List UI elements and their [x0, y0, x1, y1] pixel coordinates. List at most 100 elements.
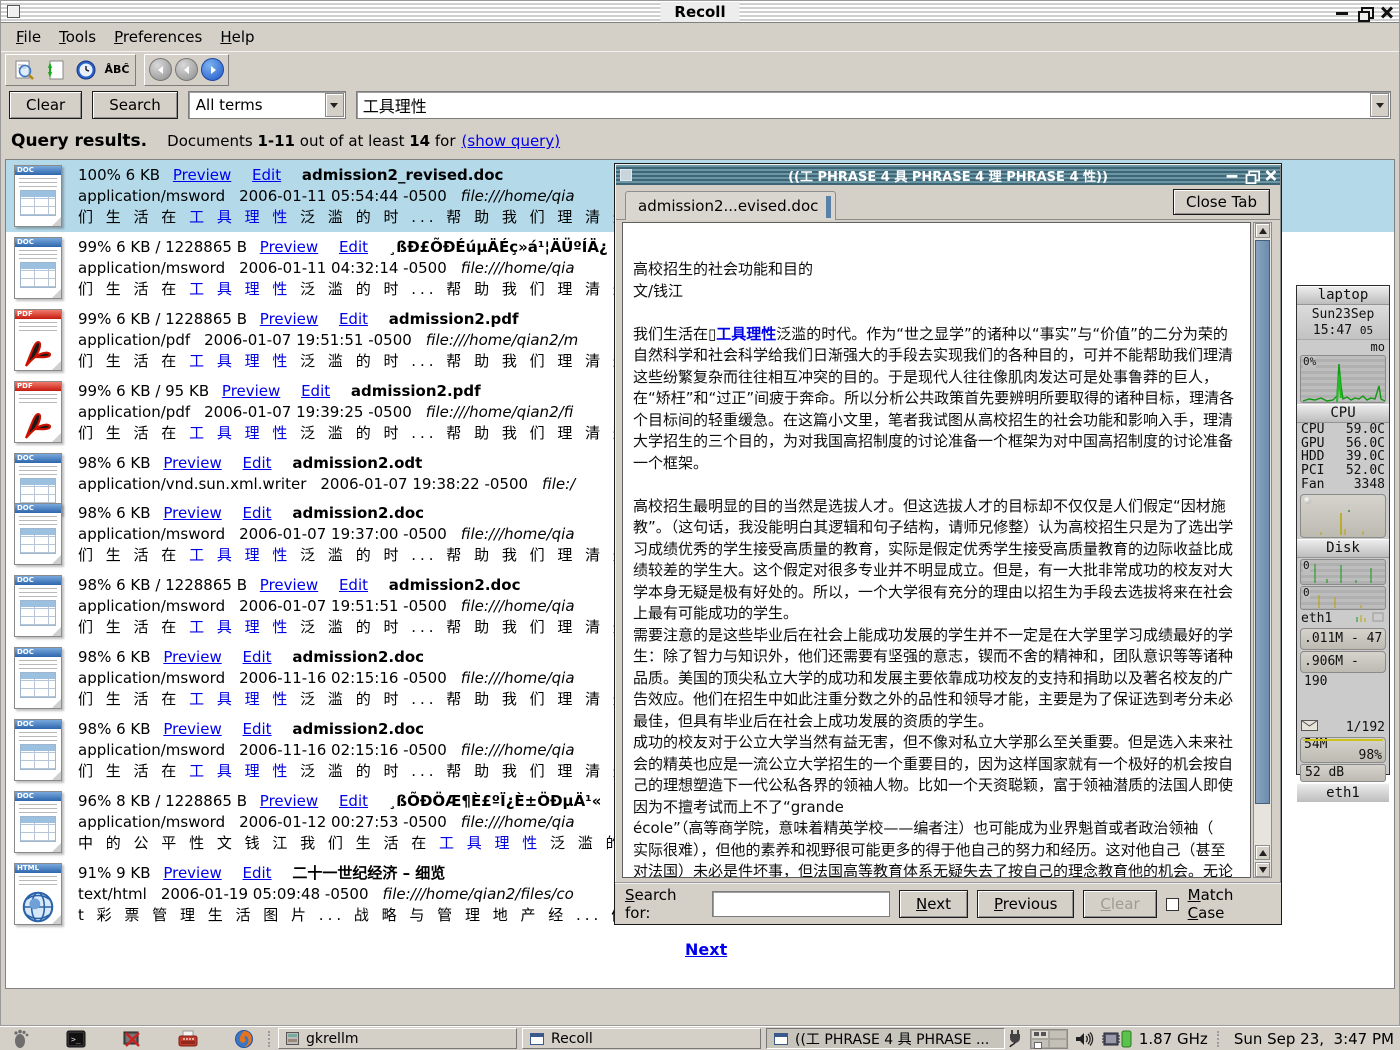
- close-icon[interactable]: [1380, 6, 1393, 19]
- disk-chart-spikes: [1301, 560, 1386, 584]
- clock-icon: [74, 58, 98, 82]
- menu-preferences[interactable]: Preferences: [105, 25, 211, 49]
- edit-link[interactable]: Edit: [243, 648, 272, 666]
- cpu-meter: [1336, 402, 1382, 403]
- scroll-down-icon[interactable]: [1255, 862, 1270, 877]
- edit-link[interactable]: Edit: [243, 504, 272, 522]
- preview-link[interactable]: Preview: [260, 792, 318, 810]
- workspace-pager[interactable]: [1030, 1029, 1068, 1049]
- cpu-freq-icon[interactable]: [1102, 1030, 1132, 1048]
- preview-link[interactable]: Preview: [163, 504, 221, 522]
- preview-minimize-icon[interactable]: [1227, 170, 1238, 181]
- volume-icon[interactable]: [1075, 1031, 1095, 1047]
- edit-link[interactable]: Edit: [339, 576, 368, 594]
- terminal-icon[interactable]: >_: [66, 1029, 86, 1049]
- taskbar-launchers: >_: [0, 1029, 266, 1049]
- preview-link[interactable]: Preview: [260, 238, 318, 256]
- preview-scrollbar[interactable]: [1253, 222, 1272, 878]
- svg-text:>_: >_: [71, 1035, 81, 1044]
- workspace-1[interactable]: [1031, 1030, 1049, 1039]
- nav-first-button[interactable]: [149, 58, 172, 81]
- edit-link[interactable]: Edit: [243, 864, 272, 882]
- mail-row: 1/192: [1297, 720, 1389, 736]
- power-plug-icon[interactable]: [1007, 1029, 1023, 1049]
- preview-maximize-icon[interactable]: [1246, 170, 1257, 181]
- minimize-icon[interactable]: [1336, 6, 1349, 19]
- search-mode-select[interactable]: All terms: [188, 91, 346, 119]
- task-gkrellm[interactable]: gkrellm: [278, 1028, 517, 1049]
- preview-link[interactable]: Preview: [163, 720, 221, 738]
- scrollbar-thumb[interactable]: [1255, 240, 1270, 804]
- chevron-down-icon[interactable]: [325, 93, 344, 117]
- scroll-up2-icon[interactable]: [1255, 845, 1270, 860]
- clear-button[interactable]: Clear: [9, 91, 82, 119]
- match-case-checkbox[interactable]: [1166, 898, 1179, 911]
- find-previous-button[interactable]: Previous: [977, 890, 1074, 918]
- result-meta: 100% 6 KB: [78, 166, 160, 184]
- edit-link[interactable]: Edit: [243, 720, 272, 738]
- preview-link[interactable]: Preview: [163, 454, 221, 472]
- net-label-row: eth1: [1297, 611, 1389, 627]
- edit-link[interactable]: Edit: [339, 792, 368, 810]
- query-config-button[interactable]: [10, 57, 38, 83]
- preview-link[interactable]: Preview: [222, 382, 280, 400]
- preview-link[interactable]: Preview: [260, 576, 318, 594]
- preview-window-menu-icon[interactable]: [620, 169, 632, 181]
- show-query-link[interactable]: (show query): [462, 132, 561, 150]
- nav-back-button[interactable]: [175, 58, 198, 81]
- find-clear-button[interactable]: Clear: [1083, 890, 1156, 918]
- window-task-icon: [774, 1033, 788, 1045]
- find-input[interactable]: [712, 891, 890, 917]
- menu-file[interactable]: File: [7, 25, 50, 49]
- search-button[interactable]: Search: [92, 91, 178, 119]
- workspace-2[interactable]: [1049, 1030, 1067, 1039]
- result-meta: 99% 6 KB / 1228865 B: [78, 238, 247, 256]
- maximize-icon[interactable]: [1358, 6, 1371, 19]
- next-page-link[interactable]: Next: [685, 940, 727, 959]
- edit-link[interactable]: Edit: [339, 238, 368, 256]
- task-preview-window[interactable]: ((工 PHRASE 4 具 PHRASE ...: [766, 1028, 1005, 1049]
- taskbar-separator: [268, 1031, 270, 1047]
- typewriter-icon[interactable]: [178, 1029, 198, 1049]
- preview-titlebar[interactable]: ((工 PHRASE 4 具 PHRASE 4 理 PHRASE 4 性)): [616, 165, 1280, 185]
- nav-forward-button[interactable]: [201, 58, 224, 81]
- edit-link[interactable]: Edit: [301, 382, 330, 400]
- edit-link[interactable]: Edit: [339, 310, 368, 328]
- query-input[interactable]: [357, 96, 1370, 115]
- menu-help[interactable]: Help: [211, 25, 263, 49]
- preview-close-icon[interactable]: [1265, 170, 1276, 181]
- window-task-icon: [530, 1033, 544, 1045]
- edit-link[interactable]: Edit: [243, 454, 272, 472]
- find-next-button[interactable]: Next: [899, 890, 968, 918]
- spellcheck-button[interactable]: ÅBĈ: [103, 57, 131, 83]
- preview-link[interactable]: Preview: [163, 648, 221, 666]
- match-case-label: Match Case: [1188, 886, 1271, 922]
- history-button[interactable]: [72, 57, 100, 83]
- close-tab-button[interactable]: Close Tab: [1173, 189, 1270, 215]
- workspace-4[interactable]: [1049, 1039, 1067, 1048]
- gnome-menu-icon[interactable]: [10, 1029, 30, 1049]
- gkrellm-task-icon: [286, 1032, 299, 1045]
- preview-document-text[interactable]: 高校招生的社会功能和目的 文/钱江 我们生活在▯工具理性泛滥的时代。作为“世之显…: [622, 222, 1251, 878]
- menu-tools[interactable]: Tools: [50, 25, 105, 49]
- edit-link[interactable]: Edit: [252, 166, 281, 184]
- task-recoll[interactable]: Recoll: [522, 1028, 761, 1049]
- result-filename: admission2.odt: [292, 454, 422, 472]
- update-index-button[interactable]: [41, 57, 69, 83]
- file-type-icon: DOC: [10, 501, 66, 567]
- preview-link[interactable]: Preview: [260, 310, 318, 328]
- recoll-titlebar[interactable]: Recoll: [1, 1, 1399, 23]
- preview-link[interactable]: Preview: [163, 864, 221, 882]
- workspace-3[interactable]: [1031, 1039, 1049, 1048]
- lock-screen-icon[interactable]: [122, 1029, 142, 1049]
- result-meta: 99% 6 KB / 1228865 B: [78, 310, 247, 328]
- result-filename: ¸ßÐ£ÕÐÉúµÄÉç»á¹¦ÄÜºÍÄ¿: [389, 238, 608, 256]
- preview-link[interactable]: Preview: [173, 166, 231, 184]
- firefox-icon[interactable]: [234, 1029, 254, 1049]
- preview-tab[interactable]: admission2...evised.doc: [625, 191, 836, 220]
- window-menu-icon[interactable]: [7, 5, 20, 18]
- file-type-icon: DOC: [10, 717, 66, 783]
- volume-row[interactable]: 52 dB: [1300, 764, 1386, 782]
- scroll-up-icon[interactable]: [1255, 223, 1270, 238]
- query-history-chevron-icon[interactable]: [1370, 93, 1389, 117]
